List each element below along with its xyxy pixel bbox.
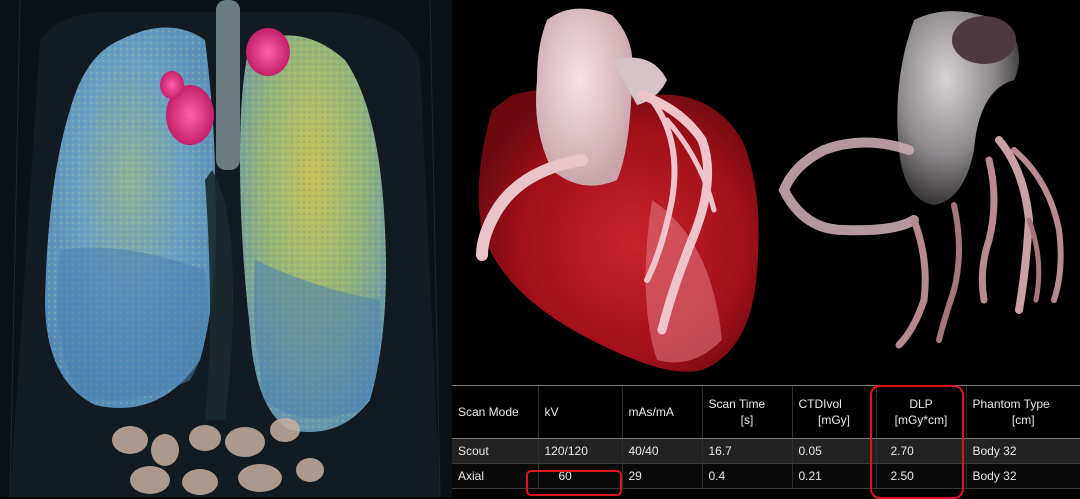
- lung-volume-rendering-icon: [0, 0, 452, 497]
- cell-kv: 120/120: [537, 438, 622, 464]
- cell-scan-mode: Scout: [452, 438, 538, 464]
- col-header-kv: kV: [537, 385, 622, 439]
- cell-phantom-type: Body 32: [965, 463, 1080, 489]
- col-header-ctdivol: CTDIvol [mGy]: [791, 385, 876, 439]
- header-line1: kV: [544, 405, 559, 419]
- cell-scan-mode: Axial: [452, 463, 538, 489]
- coronary-tree-rendering-icon: [778, 11, 1064, 349]
- header-line2: [s]: [740, 413, 754, 427]
- cell-scan-time: 16.7: [701, 438, 792, 464]
- col-header-scan-time: Scan Time [s]: [701, 385, 792, 439]
- cell-ctdivol: 0.21: [791, 463, 876, 489]
- cell-dlp: 2.50: [875, 463, 966, 489]
- table-header-row: Scan Mode kV mAs/mA Scan Time [s] CTDIvo…: [452, 385, 1080, 439]
- col-header-scan-mode: Scan Mode: [452, 385, 538, 439]
- header-line2: [cm]: [1011, 413, 1035, 427]
- cell-mas: 29: [621, 463, 702, 489]
- col-header-dlp: DLP [mGy*cm]: [875, 385, 966, 439]
- dose-report-table: Scan Mode kV mAs/mA Scan Time [s] CTDIvo…: [452, 385, 1080, 499]
- table-row-scout[interactable]: Scout 120/120 40/40 16.7 0.05 2.70 Body …: [452, 438, 1080, 464]
- cell-mas: 40/40: [621, 438, 702, 464]
- header-line1: Phantom Type: [972, 397, 1050, 411]
- heart-volume-rendering-icon: [476, 8, 759, 372]
- header-line2: [mGy*cm]: [894, 413, 948, 427]
- header-line1: Scan Mode: [458, 405, 519, 419]
- col-header-mas: mAs/mA: [621, 385, 702, 439]
- header-line1: CTDIvol: [798, 397, 842, 411]
- cell-phantom-type: Body 32: [965, 438, 1080, 464]
- coronary-render-panel[interactable]: [774, 0, 1080, 385]
- header-line1: DLP: [909, 397, 933, 411]
- table-row-axial[interactable]: Axial 60 29 0.4 0.21 2.50 Body 32: [452, 463, 1080, 489]
- cell-dlp: 2.70: [875, 438, 966, 464]
- lung-render-panel[interactable]: [0, 0, 452, 497]
- header-line1: Scan Time: [708, 397, 766, 411]
- cell-scan-time: 0.4: [701, 463, 792, 489]
- header-line1: mAs/mA: [628, 405, 674, 419]
- dose-table: Scan Mode kV mAs/mA Scan Time [s] CTDIvo…: [452, 385, 1080, 489]
- heart-render-panel[interactable]: [452, 0, 774, 385]
- cell-kv: 60: [537, 463, 622, 489]
- col-header-phantom-type: Phantom Type [cm]: [965, 385, 1080, 439]
- header-line2: [mGy]: [818, 413, 850, 427]
- cell-ctdivol: 0.05: [791, 438, 876, 464]
